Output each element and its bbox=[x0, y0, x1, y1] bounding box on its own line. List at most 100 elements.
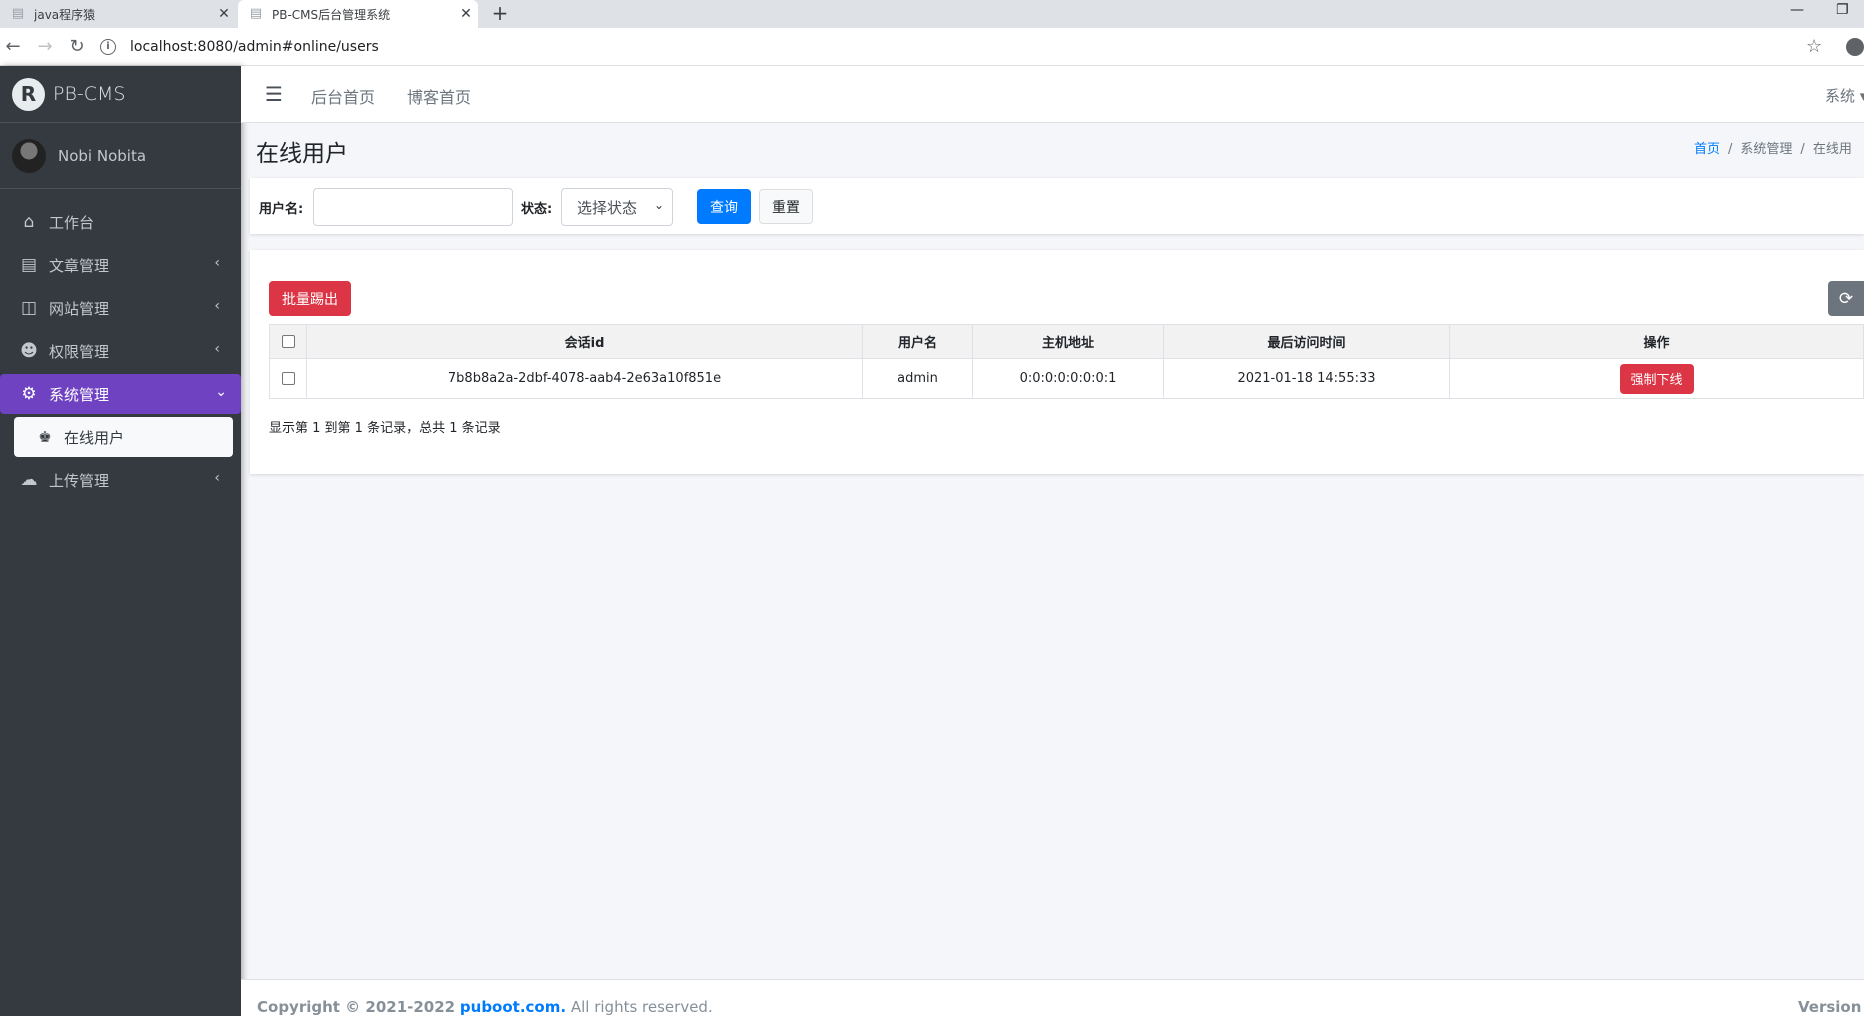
breadcrumb-home[interactable]: 首页 bbox=[1694, 142, 1720, 157]
close-icon[interactable]: ✕ bbox=[212, 6, 236, 22]
username-cell: admin bbox=[862, 358, 973, 399]
avatar bbox=[12, 138, 46, 173]
status-label: 状态: bbox=[521, 202, 553, 217]
footer-link[interactable]: puboot.com. bbox=[460, 998, 566, 1016]
sidebar-item-online-users[interactable]: ♚ 在线用户 bbox=[14, 417, 233, 457]
forward-icon[interactable]: → bbox=[34, 36, 56, 58]
brand-text: PB-CMS bbox=[53, 83, 126, 105]
user-crown-icon: ♚ bbox=[38, 428, 52, 446]
sidebar-nav: ⌂ 工作台 ▤ 文章管理 ‹ ◫ 网站管理 ‹ ☻ 权限管理 ‹ ⚙ 系统管理 … bbox=[0, 189, 241, 500]
column-header-last-access[interactable]: 最后访问时间 bbox=[1163, 324, 1450, 359]
sidebar-item-label: 在线用户 bbox=[64, 428, 125, 447]
status-select-value: 选择状态 bbox=[577, 198, 638, 217]
browser-tab-pbcms[interactable]: ▤ PB-CMS后台管理系统 ✕ bbox=[238, 0, 478, 28]
search-form: 用户名: 状态: 选择状态 ⌄ 查询 重置 bbox=[250, 178, 1864, 234]
blog-home-link[interactable]: 博客首页 bbox=[407, 84, 471, 108]
sidebar-item-label: 系统管理 bbox=[49, 385, 110, 404]
chevron-down-icon: ⌄ bbox=[215, 384, 227, 400]
gear-icon: ⚙ bbox=[21, 384, 37, 404]
username-input[interactable] bbox=[313, 188, 513, 226]
url-text[interactable]: localhost:8080/admin#online/users bbox=[130, 39, 379, 55]
user-lock-icon: ☻ bbox=[20, 341, 38, 361]
chevron-left-icon: ‹ bbox=[214, 341, 220, 357]
breadcrumb-separator: / bbox=[1728, 142, 1733, 157]
sidebar-item-label: 网站管理 bbox=[49, 299, 110, 318]
info-icon[interactable]: i bbox=[100, 39, 116, 55]
sidebar-item-uploads[interactable]: ☁ 上传管理 ‹ bbox=[0, 460, 234, 500]
brand[interactable]: R PB-CMS bbox=[0, 66, 241, 123]
new-tab-button[interactable]: + bbox=[488, 2, 512, 26]
footer-copyright: Copyright © 2021-2022 puboot.com. All ri… bbox=[257, 998, 713, 1016]
brand-logo-icon: R bbox=[12, 77, 45, 111]
sidebar: R PB-CMS Nobi Nobita ⌂ 工作台 ▤ 文章管理 ‹ ◫ 网站… bbox=[0, 66, 241, 1016]
sidebar-item-system[interactable]: ⚙ 系统管理 ⌄ bbox=[0, 374, 241, 414]
query-button[interactable]: 查询 bbox=[697, 189, 751, 224]
online-users-card: 批量踢出 ⟳ 会话id 用户名 主机地址 最后访问时间 操作 7b8b8a2a-… bbox=[250, 250, 1864, 474]
username-label: 用户名: bbox=[259, 202, 304, 217]
rights-text: All rights reserved. bbox=[570, 998, 713, 1016]
select-all-cell bbox=[269, 324, 307, 359]
system-dropdown-label: 系统 bbox=[1825, 87, 1856, 105]
host-cell: 0:0:0:0:0:0:0:1 bbox=[972, 358, 1164, 399]
page-icon: ▤ bbox=[249, 6, 263, 21]
admin-home-link[interactable]: 后台首页 bbox=[311, 84, 375, 108]
sidebar-item-website[interactable]: ◫ 网站管理 ‹ bbox=[0, 288, 234, 328]
system-dropdown[interactable]: 系统 ▾ bbox=[1825, 85, 1864, 106]
article-icon: ▤ bbox=[20, 255, 38, 275]
sidebar-item-dashboard[interactable]: ⌂ 工作台 bbox=[0, 202, 234, 242]
chevron-left-icon: ‹ bbox=[214, 470, 220, 486]
sidebar-item-permissions[interactable]: ☻ 权限管理 ‹ bbox=[0, 331, 234, 371]
pagination-info: 显示第 1 到第 1 条记录，总共 1 条记录 bbox=[269, 421, 501, 436]
cloud-upload-icon: ☁ bbox=[20, 470, 38, 490]
batch-kick-button[interactable]: 批量踢出 bbox=[269, 281, 351, 316]
minimize-icon[interactable]: — bbox=[1790, 2, 1804, 18]
status-select[interactable]: 选择状态 ⌄ bbox=[561, 188, 673, 226]
sidebar-item-label: 上传管理 bbox=[49, 471, 110, 490]
column-header-username[interactable]: 用户名 bbox=[862, 324, 973, 359]
force-logout-button[interactable]: 强制下线 bbox=[1619, 363, 1694, 394]
chevron-left-icon: ‹ bbox=[214, 298, 220, 314]
close-icon[interactable]: ✕ bbox=[454, 6, 478, 22]
copyright-text: Copyright © 2021-2022 bbox=[257, 998, 456, 1016]
online-users-table: 会话id 用户名 主机地址 最后访问时间 操作 7b8b8a2a-2dbf-40… bbox=[269, 324, 1864, 399]
footer-version: Version 2 bbox=[1798, 998, 1864, 1016]
sidebar-item-label: 工作台 bbox=[49, 213, 95, 232]
columns-icon: ◫ bbox=[20, 298, 38, 318]
url-field[interactable]: i localhost:8080/admin#online/users bbox=[100, 33, 1800, 61]
column-header-host[interactable]: 主机地址 bbox=[972, 324, 1164, 359]
refresh-button[interactable]: ⟳ bbox=[1828, 281, 1864, 316]
refresh-icon: ⟳ bbox=[1838, 288, 1854, 308]
session-id-cell: 7b8b8a2a-2dbf-4078-aab4-2e63a10f851e bbox=[306, 358, 863, 399]
actions-cell: 强制下线 bbox=[1449, 358, 1864, 399]
tab-title: java程序猿 bbox=[34, 7, 96, 22]
browser-tab-java[interactable]: ▤ java程序猿 ✕ bbox=[0, 0, 236, 28]
reload-icon[interactable]: ↻ bbox=[66, 36, 88, 58]
restore-icon[interactable]: ❐ bbox=[1836, 2, 1849, 18]
menu-toggle-icon[interactable]: ☰ bbox=[265, 82, 283, 106]
browser-tab-bar: ▤ java程序猿 ✕ ▤ PB-CMS后台管理系统 ✕ + — ❐ bbox=[0, 0, 1864, 28]
sidebar-item-articles[interactable]: ▤ 文章管理 ‹ bbox=[0, 245, 234, 285]
tab-title: PB-CMS后台管理系统 bbox=[272, 7, 391, 22]
sidebar-item-label: 文章管理 bbox=[49, 256, 110, 275]
select-all-checkbox[interactable] bbox=[281, 335, 295, 348]
content-header: 在线用户 首页 / 系统管理 / 在线用 bbox=[256, 134, 1864, 174]
bookmark-star-icon[interactable]: ☆ bbox=[1806, 36, 1822, 57]
reset-button[interactable]: 重置 bbox=[759, 189, 813, 224]
profile-icon[interactable] bbox=[1846, 38, 1864, 56]
chevron-down-icon: ⌄ bbox=[653, 198, 664, 212]
last-access-cell: 2021-01-18 14:55:33 bbox=[1163, 358, 1450, 399]
column-header-actions: 操作 bbox=[1449, 324, 1864, 359]
user-panel[interactable]: Nobi Nobita bbox=[0, 123, 241, 189]
chevron-left-icon: ‹ bbox=[214, 255, 220, 271]
user-name[interactable]: Nobi Nobita bbox=[58, 147, 146, 165]
row-select-cell bbox=[269, 358, 307, 399]
breadcrumb-current: 在线用 bbox=[1812, 142, 1852, 157]
breadcrumb-separator: / bbox=[1800, 142, 1805, 157]
table-row: 7b8b8a2a-2dbf-4078-aab4-2e63a10f851e adm… bbox=[269, 358, 1864, 399]
breadcrumb-system: 系统管理 bbox=[1740, 142, 1793, 157]
table-header-row: 会话id 用户名 主机地址 最后访问时间 操作 bbox=[269, 324, 1864, 359]
row-checkbox[interactable] bbox=[281, 372, 295, 385]
back-icon[interactable]: ← bbox=[2, 36, 24, 58]
column-header-session-id[interactable]: 会话id bbox=[306, 324, 863, 359]
breadcrumb: 首页 / 系统管理 / 在线用 bbox=[1694, 138, 1852, 157]
